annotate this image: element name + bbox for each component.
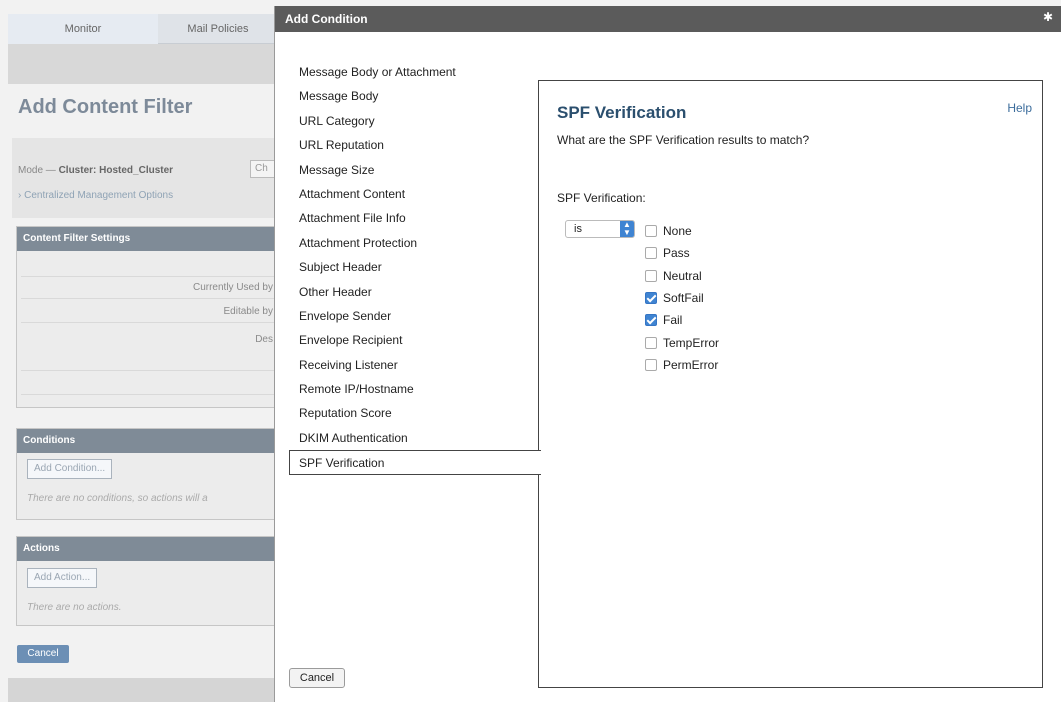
category-item[interactable]: Receiving Listener (291, 353, 539, 377)
category-item[interactable]: Message Body (291, 84, 539, 108)
settings-row (21, 373, 275, 395)
checkbox-label: SoftFail (663, 291, 704, 306)
checkbox[interactable] (645, 314, 657, 327)
dialog-title: Add Condition (285, 12, 368, 26)
category-item[interactable]: Envelope Sender (291, 304, 539, 328)
spf-option-permerror[interactable]: PermError (645, 354, 719, 376)
conditions-note: There are no conditions, so actions will… (27, 493, 208, 504)
checkbox-label: Neutral (663, 268, 702, 283)
dialog-title-bar: Add Condition (275, 6, 1061, 32)
cancel-button[interactable]: Cancel (289, 668, 345, 688)
checkbox[interactable] (645, 269, 657, 282)
dialog-body: Message Body or Attachment Message Body UR… (275, 32, 1061, 688)
actions-panel: Actions Add Action... There are no actio… (16, 536, 278, 626)
top-navigation: Monitor Mail Policies (8, 14, 278, 44)
category-item[interactable]: SPF Verification (289, 450, 541, 475)
mode-box (12, 138, 282, 218)
category-item[interactable]: Attachment Content (291, 182, 539, 206)
settings-row-currently-used-by: Currently Used by (21, 277, 275, 299)
settings-row-editable-by: Editable by (21, 301, 275, 323)
settings-header: Content Filter Settings (17, 227, 277, 251)
category-item[interactable]: Message Body or Attachment (291, 60, 539, 84)
spf-option-pass[interactable]: Pass (645, 242, 719, 264)
checkbox-label: Pass (663, 246, 690, 261)
condition-question: What are the SPF Verification results to… (557, 133, 810, 147)
condition-title: SPF Verification (557, 103, 687, 122)
nav-tab-mail-policies[interactable]: Mail Policies (158, 14, 278, 44)
category-item[interactable]: Reputation Score (291, 401, 539, 425)
content-filter-settings-panel: Content Filter Settings Currently Used b… (16, 226, 278, 408)
operator-select[interactable]: is ▲ ▼ (565, 220, 635, 238)
category-item[interactable]: Other Header (291, 280, 539, 304)
actions-note: There are no actions. (27, 602, 122, 613)
category-item[interactable]: Envelope Recipient (291, 328, 539, 352)
category-item[interactable]: URL Reputation (291, 133, 539, 157)
background-cancel-button[interactable]: Cancel (17, 645, 69, 663)
mode-line: Mode — Cluster: Hosted_Cluster (18, 165, 173, 176)
condition-category-list: Message Body or Attachment Message Body UR… (289, 60, 541, 475)
checkbox[interactable] (645, 336, 657, 349)
category-item[interactable]: Message Size (291, 158, 539, 182)
checkbox[interactable] (645, 292, 657, 305)
add-action-button[interactable]: Add Action... (27, 568, 98, 588)
actions-header: Actions (17, 537, 277, 561)
checkbox[interactable] (645, 225, 657, 238)
help-link[interactable]: Help (1007, 101, 1032, 115)
category-item[interactable]: Attachment Protection (291, 231, 539, 255)
conditions-header: Conditions (17, 429, 277, 453)
spf-verification-label: SPF Verification: (557, 191, 646, 205)
add-condition-dialog: Add Condition ✱ Message Body or Attachme… (274, 6, 1061, 702)
category-item[interactable]: URL Category (291, 109, 539, 133)
spf-option-softfail[interactable]: SoftFail (645, 287, 719, 309)
category-item[interactable]: Attachment File Info (291, 206, 539, 230)
checkbox-label: None (663, 224, 692, 239)
background-footer (8, 678, 278, 702)
checkbox-label: PermError (663, 357, 719, 372)
mode-value: Cluster: Hosted_Cluster (58, 165, 174, 176)
mode-prefix: Mode — (18, 165, 56, 176)
checkbox[interactable] (645, 358, 657, 371)
category-item[interactable]: Remote IP/Hostname (291, 377, 539, 401)
toolbar-strip (8, 44, 278, 84)
settings-row (21, 255, 275, 277)
checkbox[interactable] (645, 247, 657, 260)
checkbox-label: Fail (663, 313, 683, 328)
nav-tab-monitor[interactable]: Monitor (8, 14, 158, 44)
operator-value: is (574, 223, 582, 235)
spf-option-temperror[interactable]: TempError (645, 331, 719, 353)
conditions-panel: Conditions Add Condition... There are no… (16, 428, 278, 520)
close-icon[interactable]: ✱ (1041, 10, 1055, 24)
checkbox-label: TempError (663, 335, 720, 350)
category-item[interactable]: DKIM Authentication (291, 426, 539, 450)
select-arrows-icon: ▲ ▼ (620, 221, 634, 237)
spf-option-fail[interactable]: Fail (645, 309, 719, 331)
settings-row-description: Des (21, 325, 275, 371)
page-title: Add Content Filter (18, 96, 193, 118)
category-item[interactable]: Subject Header (291, 255, 539, 279)
spf-option-none[interactable]: None (645, 220, 719, 242)
spf-option-neutral[interactable]: Neutral (645, 265, 719, 287)
centralized-management-link[interactable]: › Centralized Management Options (18, 190, 173, 201)
condition-content-pane: SPF Verification Help What are the SPF V… (538, 80, 1043, 688)
add-condition-button[interactable]: Add Condition... (27, 459, 113, 479)
spf-result-options: None Pass Neutral SoftFail Fail TempError Perm… (645, 220, 719, 376)
